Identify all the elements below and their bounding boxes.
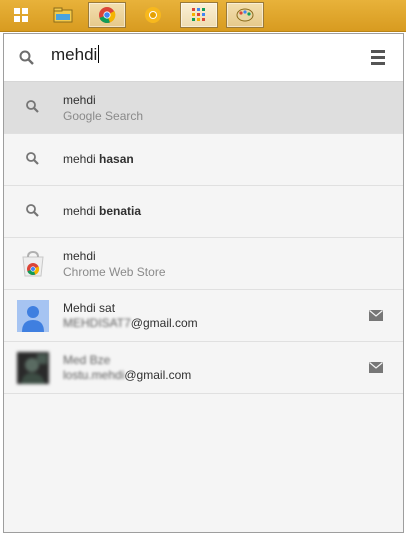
email-domain: @gmail.com	[124, 368, 192, 382]
windows-icon	[14, 8, 28, 22]
result-subtitle: Chrome Web Store	[63, 265, 166, 279]
chrome-icon	[99, 7, 116, 24]
result-title: Med Bze	[63, 353, 111, 367]
result-subtitle: Google Search	[63, 109, 144, 123]
search-input[interactable]: mehdi	[51, 45, 351, 69]
result-title-plain: mehdi	[63, 152, 100, 166]
search-icon	[26, 100, 39, 113]
chrome-canary-icon	[145, 7, 161, 23]
start-button[interactable]	[2, 2, 40, 28]
mail-icon[interactable]	[369, 362, 383, 373]
results-list: mehdi Google Search mehdi hasan mehdi be…	[4, 82, 403, 394]
mail-icon[interactable]	[369, 310, 383, 321]
blurred-email-user: lostu.mehdi	[63, 368, 125, 382]
result-title: mehdi	[63, 93, 96, 107]
contact-photo	[17, 352, 49, 384]
app-launcher-button[interactable]	[180, 2, 218, 28]
result-title-bold: hasan	[99, 152, 134, 166]
app-launcher-panel: mehdi mehdi Google Search mehdi hasan me…	[3, 33, 404, 533]
paint-icon	[236, 8, 254, 22]
search-icon	[26, 152, 39, 165]
taskbar	[0, 0, 406, 32]
result-text: Med Bze lostu.mehdi@gmail.com	[63, 353, 191, 383]
result-title: Mehdi sat	[63, 301, 116, 315]
result-title: mehdi hasan	[63, 152, 134, 167]
result-title-plain: mehdi	[63, 204, 100, 218]
result-text: mehdi Chrome Web Store	[63, 249, 166, 280]
result-text: Mehdi sat MEHDISAT7@gmail.com	[63, 301, 198, 331]
search-input-value: mehdi	[51, 45, 98, 64]
result-title-bold: benatia	[99, 204, 142, 218]
result-contact[interactable]: Mehdi sat MEHDISAT7@gmail.com	[4, 290, 403, 342]
result-title: mehdi benatia	[63, 204, 141, 219]
result-web-store[interactable]: mehdi Chrome Web Store	[4, 238, 403, 290]
search-icon	[26, 204, 39, 217]
paint-button[interactable]	[226, 2, 264, 28]
chrome-canary-button[interactable]	[134, 2, 172, 28]
app-launcher-icon	[192, 8, 205, 21]
hamburger-menu-icon	[371, 50, 385, 65]
search-icon	[18, 49, 36, 67]
chrome-button[interactable]	[88, 2, 126, 28]
default-avatar-icon	[17, 300, 49, 332]
result-google-search[interactable]: mehdi Google Search	[4, 82, 403, 134]
blurred-email-user: MEHDISAT7	[63, 316, 131, 330]
email-domain: @gmail.com	[130, 316, 198, 330]
text-caret	[98, 45, 100, 63]
result-suggestion[interactable]: mehdi benatia	[4, 186, 403, 238]
chrome-web-store-icon	[22, 250, 44, 277]
search-box: mehdi	[4, 34, 403, 82]
result-contact[interactable]: Med Bze lostu.mehdi@gmail.com	[4, 342, 403, 394]
result-email: MEHDISAT7@gmail.com	[63, 316, 198, 331]
menu-button[interactable]	[371, 50, 385, 65]
result-email: lostu.mehdi@gmail.com	[63, 368, 191, 383]
result-suggestion[interactable]: mehdi hasan	[4, 134, 403, 186]
result-title: mehdi	[63, 249, 96, 263]
folder-icon	[53, 7, 73, 23]
file-explorer-button[interactable]	[44, 2, 82, 28]
result-text: mehdi Google Search	[63, 93, 143, 124]
